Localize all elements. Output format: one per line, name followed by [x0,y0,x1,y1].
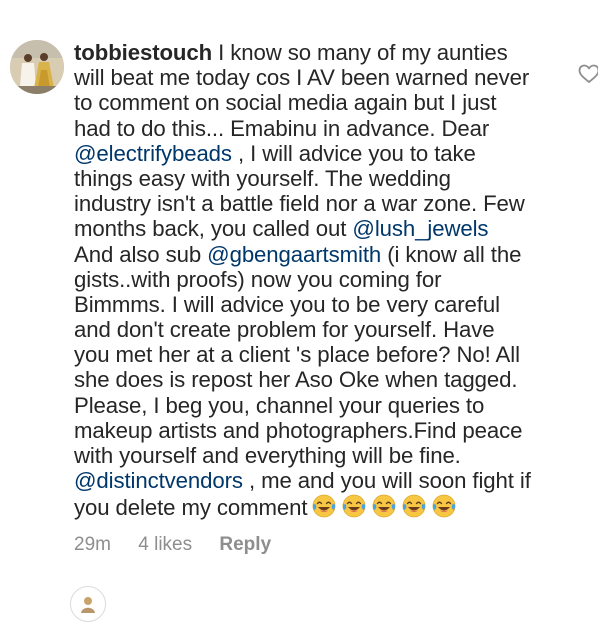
comment-line: tobbiestouch I know so many of my auntie… [74,40,544,65]
comment-line: with yourself and everything will be fin… [74,443,544,468]
face-with-tears-of-joy-icon [341,493,367,519]
comment-text-run: (i know all the [381,241,522,267]
mention-link[interactable]: @gbengaartsmith [207,242,381,267]
comment-line: makeup artists and photographers.Find pe… [74,418,544,443]
heart-outline-icon[interactable] [578,64,598,84]
comment-likes[interactable]: 4 likes [138,534,192,555]
comment-text: tobbiestouch I know so many of my auntie… [74,40,544,521]
comment-text-run: you met her at a client 's place before?… [74,342,520,368]
mention-link[interactable]: @distinctvendors [74,468,243,493]
face-with-tears-of-joy-icon [431,493,457,519]
current-user-avatar [70,586,106,622]
comment-text-run: , me and you will soon fight if [242,468,531,494]
comment-line: and don't create problem for yourself. H… [74,317,544,342]
comment-text-run: makeup artists and photographers.Find pe… [74,417,523,443]
face-with-tears-of-joy-icon [371,493,397,519]
comment-text-run: had to do this... Emabinu in advance. De… [74,115,490,141]
comment-line: she does is repost her Aso Oke when tagg… [74,367,544,392]
comment-line: you met her at a client 's place before?… [74,342,544,367]
comment-meta: 29m 4 likes Reply [74,534,293,556]
comment-text-run: Bimmms. I will advice you to be very car… [74,291,500,317]
emoji-group [311,493,461,524]
comment-line: gists..with proofs) now you coming for [74,267,544,292]
comment-line: @electrifybeads , I will advice you to t… [74,141,544,166]
comment-text-run: with yourself and everything will be fin… [74,443,461,468]
comment-text-run: Please, I beg you, channel your queries … [74,392,485,418]
comment-text-run: industry isn't a battle field nor a war … [74,191,525,217]
comment-line: Bimmms. I will advice you to be very car… [74,292,544,317]
comment-time[interactable]: 29m [74,534,111,555]
comment-text-run: she does is repost her Aso Oke when tagg… [74,367,518,393]
mention-link[interactable]: @electrifybeads [74,141,232,166]
comment-line: to comment on social media again but I j… [74,90,544,115]
comment-line: Please, I beg you, channel your queries … [74,393,544,418]
comment-text-run: will beat me today cos I AV been warned … [74,65,530,91]
comment-line: months back, you called out @lush_jewels [74,216,544,241]
comment-text-run: you delete my comment [74,495,308,521]
comment-text-run: months back, you called out [74,216,353,242]
comment-line: @distinctvendors , me and you will soon … [74,468,544,493]
comment-line: you delete my comment [74,493,544,521]
profile-avatar[interactable] [10,40,64,94]
comment-text-run: and don't create problem for yourself. H… [74,317,495,343]
face-with-tears-of-joy-icon [401,493,427,519]
comment-text-run: , I will advice you to take [231,140,476,166]
comment-line: had to do this... Emabinu in advance. De… [74,116,544,141]
comment-line: industry isn't a battle field nor a war … [74,191,544,216]
mention-link[interactable]: @lush_jewels [352,216,488,241]
comment-username[interactable]: tobbiestouch [74,40,212,65]
comment-text-run: to comment on social media again but I j… [74,90,497,116]
comment-text-run: I know so many of my aunties [218,40,508,65]
comment-item: tobbiestouch I know so many of my auntie… [0,0,598,622]
comment-line: will beat me today cos I AV been warned … [74,65,544,90]
reply-button[interactable]: Reply [219,534,271,555]
face-with-tears-of-joy-icon [311,493,337,519]
comment-text-run: things easy with yourself. The wedding [74,165,451,191]
comment-line: And also sub @gbengaartsmith (i know all… [74,242,544,267]
comment-line: things easy with yourself. The wedding [74,166,544,191]
comment-text-run: And also sub [74,241,208,267]
comment-text-run: gists..with proofs) now you coming for [74,266,442,292]
